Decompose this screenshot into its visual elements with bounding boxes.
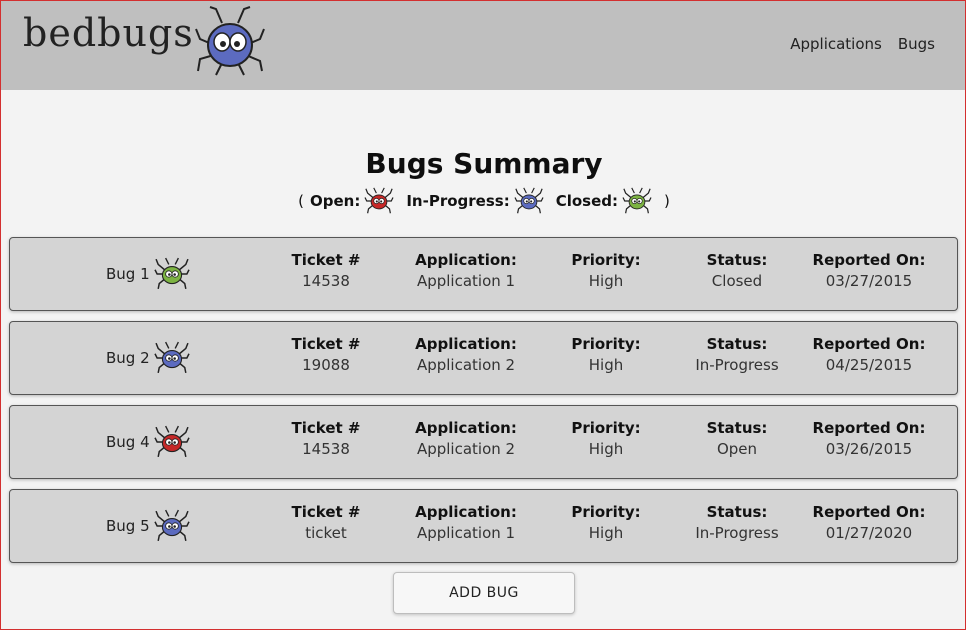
status-value: Closed <box>711 272 763 290</box>
reported-label: Reported On: <box>812 419 926 437</box>
ticket-label: Ticket # <box>291 251 361 269</box>
bug-name: Bug 5 <box>106 517 150 535</box>
priority-value: High <box>588 440 624 458</box>
nav-bugs[interactable]: Bugs <box>898 35 935 53</box>
priority-label: Priority: <box>571 335 641 353</box>
status-value: Open <box>716 440 758 458</box>
application-value: Application 2 <box>416 440 516 458</box>
ticket-value: ticket <box>305 524 347 542</box>
legend-open-label: Open: <box>310 192 361 210</box>
priority-value: High <box>588 272 624 290</box>
ticket-label: Ticket # <box>291 419 361 437</box>
legend-closed-label: Closed: <box>555 192 618 210</box>
page-title: Bugs Summary <box>365 147 603 180</box>
ticket-label: Ticket # <box>291 335 361 353</box>
reported-value: 03/27/2015 <box>825 272 913 290</box>
application-value: Application 1 <box>416 272 516 290</box>
inprogress-bug-icon <box>153 509 190 542</box>
reported-label: Reported On: <box>812 251 926 269</box>
legend-close-paren: ) <box>664 192 670 210</box>
open-bug-icon <box>153 425 190 458</box>
legend-open-paren: ( <box>298 192 304 210</box>
status-label: Status: <box>706 335 768 353</box>
status-value: In-Progress <box>695 356 779 374</box>
status-legend: ( Open: In-Progress: Closed: ) <box>1 187 966 215</box>
inprogress-bug-icon <box>153 341 190 374</box>
legend-inprogress-label: In-Progress: <box>406 192 510 210</box>
priority-label: Priority: <box>571 251 641 269</box>
status-value: In-Progress <box>695 524 779 542</box>
status-label: Status: <box>706 503 768 521</box>
priority-label: Priority: <box>571 419 641 437</box>
application-label: Application: <box>415 503 517 521</box>
bug-card[interactable]: Bug 2 Ticket # 19088 Application: Applicat… <box>9 321 958 395</box>
reported-value: 03/26/2015 <box>825 440 913 458</box>
closed-bug-icon <box>153 257 190 290</box>
status-label: Status: <box>706 251 768 269</box>
open-bug-icon <box>364 187 394 214</box>
bug-card[interactable]: Bug 4 Ticket # 14538 Application: Applicat… <box>9 405 958 479</box>
application-value: Application 1 <box>416 524 516 542</box>
closed-bug-icon <box>622 187 652 214</box>
reported-label: Reported On: <box>812 335 926 353</box>
application-label: Application: <box>415 419 517 437</box>
logo[interactable]: bedbugs <box>23 5 266 77</box>
app-header: bedbugs Applications Bugs <box>1 1 965 90</box>
main-nav: Applications Bugs <box>790 35 935 53</box>
reported-label: Reported On: <box>812 503 926 521</box>
bug-name: Bug 1 <box>106 265 150 283</box>
inprogress-bug-icon <box>514 187 544 214</box>
nav-applications[interactable]: Applications <box>790 35 882 53</box>
priority-label: Priority: <box>571 503 641 521</box>
reported-value: 01/27/2020 <box>825 524 913 542</box>
application-value: Application 2 <box>416 356 516 374</box>
bug-name: Bug 4 <box>106 433 150 451</box>
status-label: Status: <box>706 419 768 437</box>
bedbug-logo-icon <box>194 6 265 76</box>
ticket-value: 19088 <box>302 356 350 374</box>
ticket-value: 14538 <box>302 272 350 290</box>
priority-value: High <box>588 524 624 542</box>
ticket-value: 14538 <box>302 440 350 458</box>
bug-card[interactable]: Bug 5 Ticket # ticket Application: Applica… <box>9 489 958 563</box>
application-label: Application: <box>415 335 517 353</box>
bug-card[interactable]: Bug 1 Ticket # 14538 Application: Applicat… <box>9 237 958 311</box>
priority-value: High <box>588 356 624 374</box>
ticket-label: Ticket # <box>291 503 361 521</box>
application-label: Application: <box>415 251 517 269</box>
add-bug-button[interactable]: ADD BUG <box>393 572 575 614</box>
bug-name: Bug 2 <box>106 349 150 367</box>
reported-value: 04/25/2015 <box>825 356 913 374</box>
logo-text: bedbugs <box>23 11 194 55</box>
